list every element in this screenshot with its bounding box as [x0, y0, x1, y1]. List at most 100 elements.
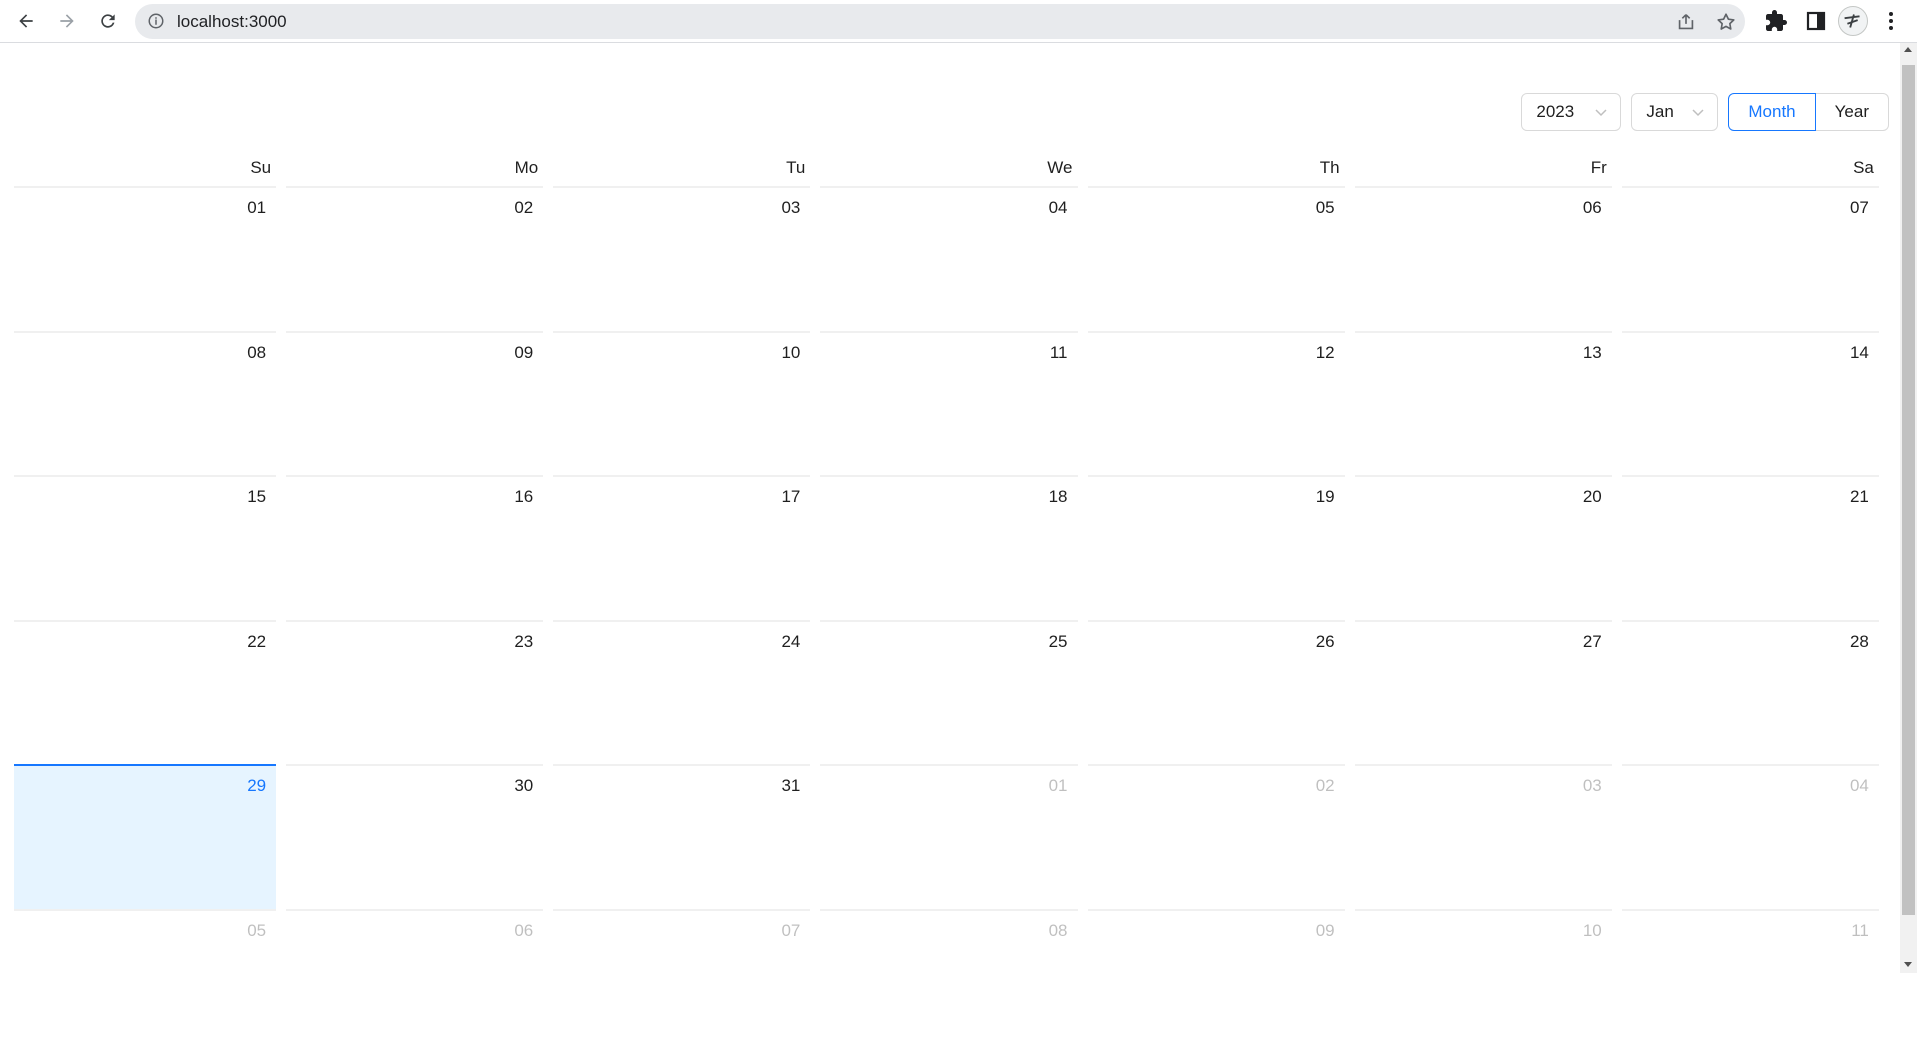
calendar-day-number: 03	[1355, 764, 1612, 909]
puzzle-icon[interactable]	[1764, 9, 1788, 33]
calendar-day-number: 08	[820, 909, 1077, 1053]
page-scrollbar[interactable]	[1900, 43, 1917, 973]
calendar-day-number: 10	[553, 331, 810, 476]
calendar-day-cell[interactable]: 03	[548, 186, 815, 331]
calendar-day-number: 19	[1088, 475, 1345, 620]
calendar-day-cell[interactable]: 05	[14, 909, 281, 1053]
calendar-day-number: 18	[820, 475, 1077, 620]
mode-month-button[interactable]: Month	[1728, 93, 1815, 131]
profile-avatar[interactable]	[1838, 6, 1868, 36]
calendar-day-number: 20	[1355, 475, 1612, 620]
info-icon[interactable]	[147, 12, 165, 30]
calendar-day-cell[interactable]: 01	[815, 764, 1082, 909]
calendar-day-cell[interactable]: 19	[1083, 475, 1350, 620]
calendar-week-row: 05060708091011	[14, 909, 1884, 1053]
scroll-down-arrow-icon[interactable]	[1904, 962, 1912, 967]
calendar-day-number: 07	[1622, 186, 1879, 331]
calendar-day-cell[interactable]: 08	[815, 909, 1082, 1053]
calendar-day-cell[interactable]: 17	[548, 475, 815, 620]
scroll-thumb[interactable]	[1902, 65, 1915, 915]
calendar-day-cell[interactable]: 14	[1617, 331, 1884, 476]
weekday-header: Mo	[281, 156, 548, 186]
calendar-day-cell[interactable]: 30	[281, 764, 548, 909]
calendar-week-row: 15161718192021	[14, 475, 1884, 620]
calendar-day-cell[interactable]: 01	[14, 186, 281, 331]
calendar-day-cell[interactable]: 05	[1083, 186, 1350, 331]
calendar-day-number: 10	[1355, 909, 1612, 1053]
weekday-header: We	[815, 156, 1082, 186]
scroll-up-arrow-icon[interactable]	[1904, 47, 1912, 52]
calendar-day-cell[interactable]: 16	[281, 475, 548, 620]
calendar-day-number: 31	[553, 764, 810, 909]
calendar-body: 0102030405060708091011121314151617181920…	[14, 186, 1884, 1053]
calendar-day-cell[interactable]: 13	[1350, 331, 1617, 476]
calendar-day-cell[interactable]: 26	[1083, 620, 1350, 765]
more-vertical-icon[interactable]	[1885, 9, 1897, 33]
calendar-day-cell[interactable]: 07	[548, 909, 815, 1053]
address-bar[interactable]: localhost:3000	[135, 4, 1745, 39]
calendar-day-cell[interactable]: 25	[815, 620, 1082, 765]
calendar-day-cell[interactable]: 31	[548, 764, 815, 909]
calendar-day-cell[interactable]: 24	[548, 620, 815, 765]
weekday-header: Tu	[548, 156, 815, 186]
calendar-day-cell[interactable]: 20	[1350, 475, 1617, 620]
calendar-day-cell[interactable]: 28	[1617, 620, 1884, 765]
calendar-day-number: 06	[1355, 186, 1612, 331]
calendar-day-cell[interactable]: 03	[1350, 764, 1617, 909]
calendar-day-number: 24	[553, 620, 810, 765]
calendar-day-cell[interactable]: 07	[1617, 186, 1884, 331]
calendar-day-cell[interactable]: 10	[1350, 909, 1617, 1053]
calendar-day-cell[interactable]: 29	[14, 764, 281, 909]
calendar-day-cell[interactable]: 18	[815, 475, 1082, 620]
reload-icon[interactable]	[94, 7, 122, 35]
calendar-day-number: 05	[14, 909, 276, 1053]
side-panel-icon[interactable]	[1804, 9, 1828, 33]
calendar-day-cell[interactable]: 06	[281, 909, 548, 1053]
calendar-day-cell[interactable]: 27	[1350, 620, 1617, 765]
weekday-header: Su	[14, 156, 281, 186]
calendar-day-number: 27	[1355, 620, 1612, 765]
calendar-week-row: 08091011121314	[14, 331, 1884, 476]
calendar-day-cell[interactable]: 04	[1617, 764, 1884, 909]
weekday-header: Fr	[1350, 156, 1617, 186]
chevron-down-icon	[1691, 105, 1705, 119]
calendar-day-cell[interactable]: 02	[281, 186, 548, 331]
calendar-day-cell[interactable]: 11	[1617, 909, 1884, 1053]
year-select[interactable]: 2023	[1521, 93, 1621, 131]
mode-switch: Month Year	[1728, 93, 1889, 131]
calendar-day-cell[interactable]: 06	[1350, 186, 1617, 331]
calendar-day-number: 11	[1622, 909, 1879, 1053]
star-icon[interactable]	[1715, 11, 1737, 33]
calendar-day-number: 17	[553, 475, 810, 620]
mode-year-button[interactable]: Year	[1816, 93, 1889, 131]
calendar-day-cell[interactable]: 10	[548, 331, 815, 476]
calendar-day-number: 13	[1355, 331, 1612, 476]
calendar-day-number: 04	[820, 186, 1077, 331]
calendar-day-number: 25	[820, 620, 1077, 765]
weekday-header: Th	[1083, 156, 1350, 186]
calendar-day-cell[interactable]: 08	[14, 331, 281, 476]
calendar-day-cell[interactable]: 21	[1617, 475, 1884, 620]
calendar-day-number: 02	[1088, 764, 1345, 909]
calendar-day-number: 16	[286, 475, 543, 620]
calendar-day-number: 12	[1088, 331, 1345, 476]
calendar-day-number: 11	[820, 331, 1077, 476]
back-arrow-icon[interactable]	[12, 7, 40, 35]
month-select-value: Jan	[1646, 102, 1673, 122]
calendar-day-number: 09	[1088, 909, 1345, 1053]
calendar-day-cell[interactable]: 09	[281, 331, 548, 476]
calendar-day-cell[interactable]: 22	[14, 620, 281, 765]
calendar-day-cell[interactable]: 02	[1083, 764, 1350, 909]
calendar-day-number: 23	[286, 620, 543, 765]
calendar-day-cell[interactable]: 09	[1083, 909, 1350, 1053]
month-select[interactable]: Jan	[1631, 93, 1718, 131]
calendar-day-number: 02	[286, 186, 543, 331]
calendar-day-cell[interactable]: 12	[1083, 331, 1350, 476]
calendar-day-cell[interactable]: 23	[281, 620, 548, 765]
calendar-week-row: 22232425262728	[14, 620, 1884, 765]
calendar-day-cell[interactable]: 11	[815, 331, 1082, 476]
calendar-day-cell[interactable]: 04	[815, 186, 1082, 331]
forward-arrow-icon[interactable]	[53, 7, 81, 35]
share-icon[interactable]	[1675, 11, 1697, 33]
calendar-day-cell[interactable]: 15	[14, 475, 281, 620]
